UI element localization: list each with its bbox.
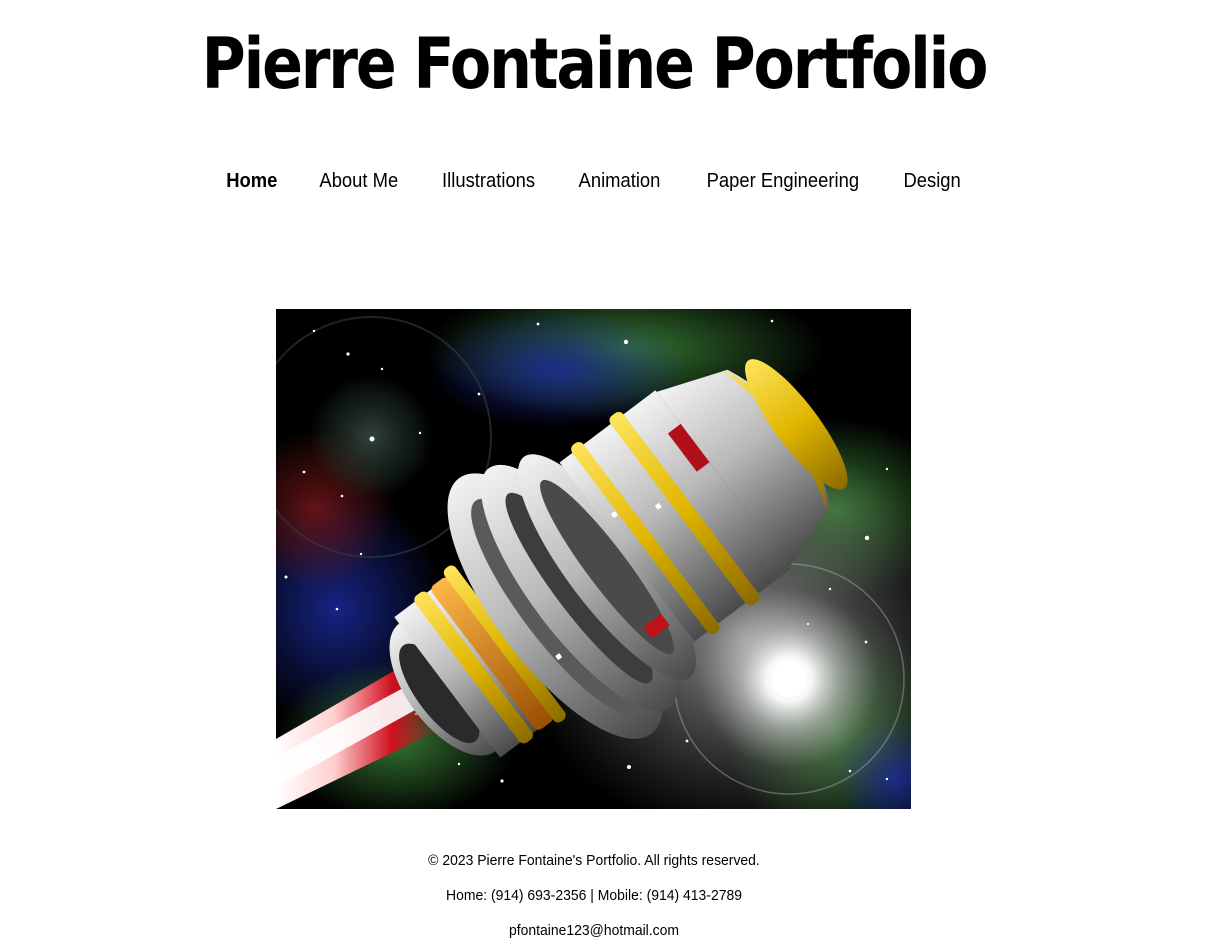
spaceship-illustration	[276, 309, 911, 809]
main-nav: Home About Me Illustrations Animation Pa…	[0, 166, 1188, 196]
nav-about-me[interactable]: About Me	[319, 166, 398, 196]
nav-animation[interactable]: Animation	[578, 166, 660, 196]
footer-email-link[interactable]: pfontaine123@hotmail.com	[509, 922, 679, 939]
footer-phones: Home: (914) 693-2356 | Mobile: (914) 413…	[445, 887, 742, 904]
site-title: Pierre Fontaine Portfolio	[201, 23, 989, 105]
hero-image	[276, 309, 911, 809]
nav-home[interactable]: Home	[227, 166, 278, 196]
footer: © 2023 Pierre Fontaine's Portfolio. All …	[0, 848, 1188, 947]
nav-design[interactable]: Design	[904, 166, 961, 196]
footer-email-line: pfontaine123@hotmail.com	[42, 918, 1147, 947]
footer-copyright: © 2023 Pierre Fontaine's Portfolio. All …	[428, 852, 760, 869]
nav-illustrations[interactable]: Illustrations	[442, 166, 535, 196]
nav-paper-engineering[interactable]: Paper Engineering	[706, 166, 858, 196]
